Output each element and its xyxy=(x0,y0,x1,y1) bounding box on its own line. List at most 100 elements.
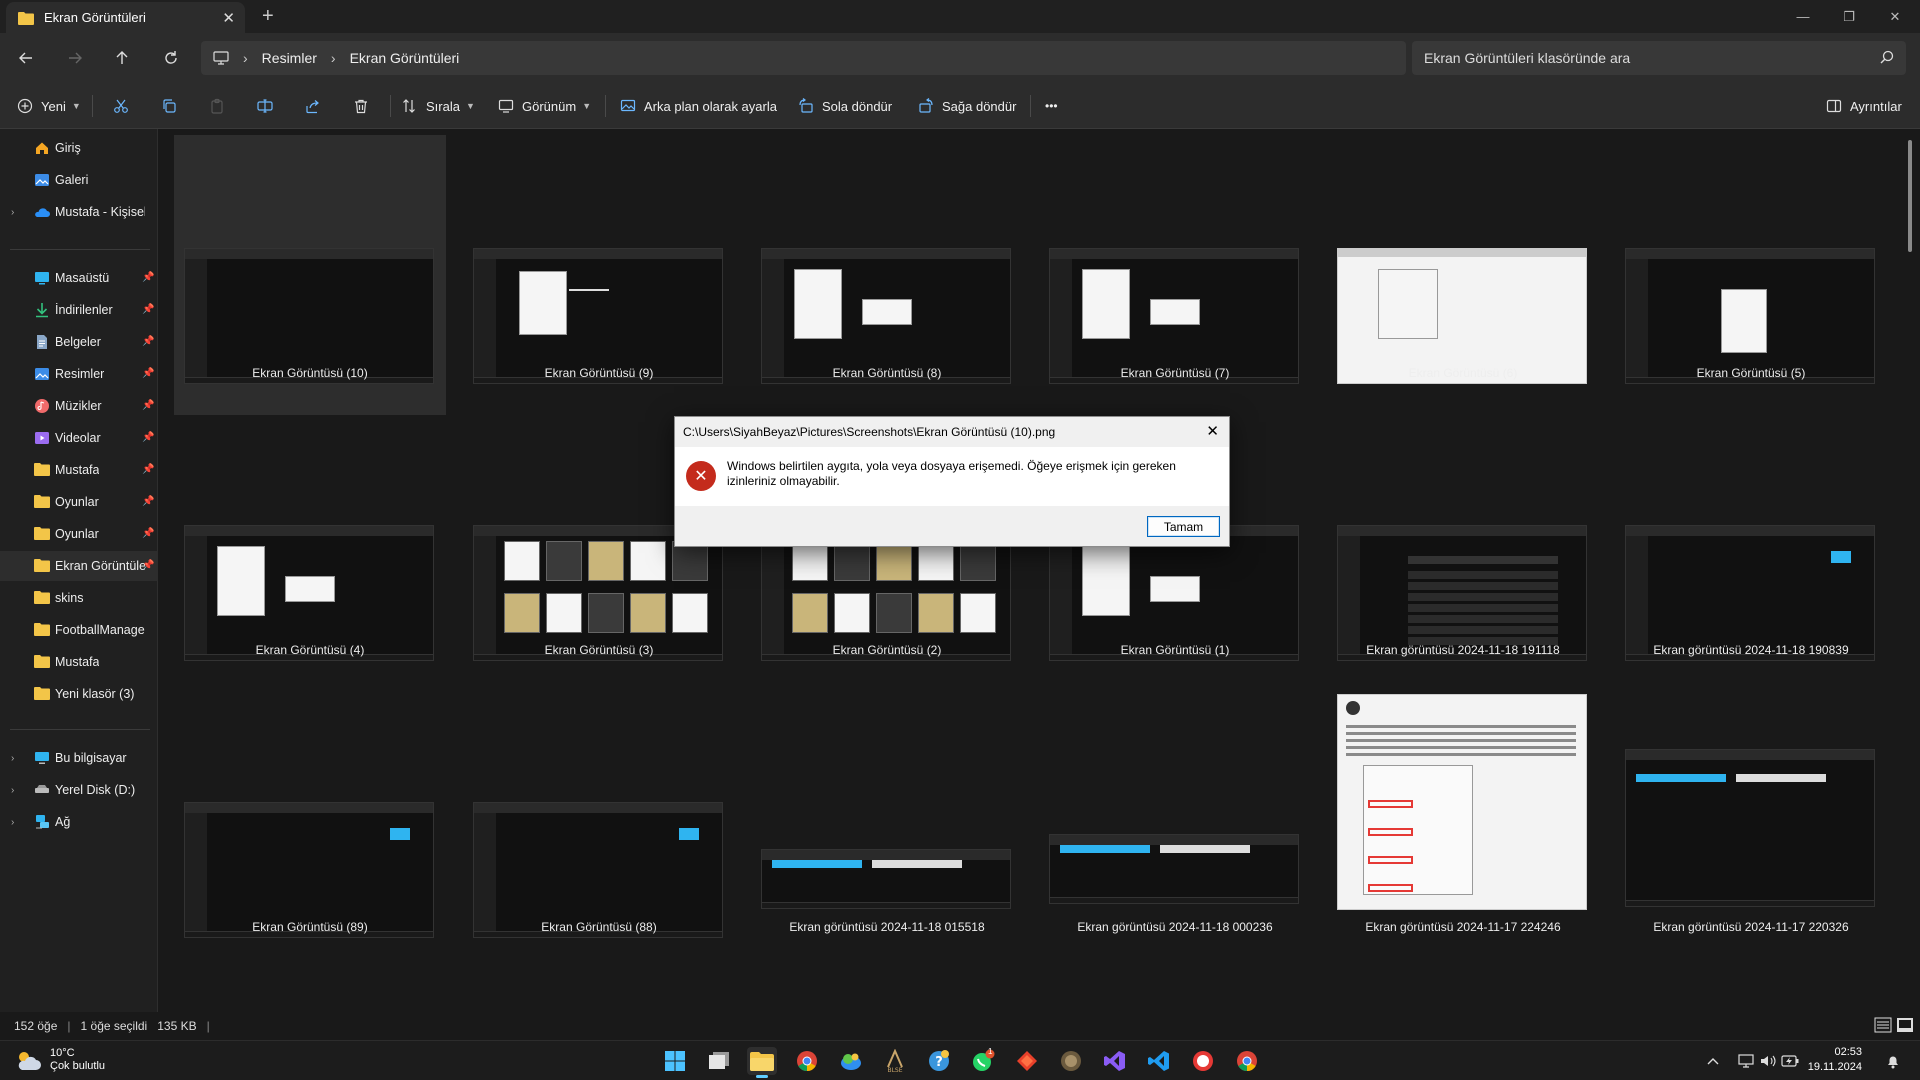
set-background-button[interactable]: Arka plan olarak ayarla xyxy=(620,93,777,119)
minimize-button[interactable]: — xyxy=(1780,0,1826,33)
file-item[interactable]: Ekran görüntüsü 2024-11-18 000236 xyxy=(1039,689,1311,969)
start-button[interactable] xyxy=(660,1047,690,1075)
sidebar-item-giriş[interactable]: Giriş xyxy=(0,133,158,163)
new-button[interactable]: Yeni ▼ xyxy=(17,93,81,119)
file-thumbnail[interactable] xyxy=(184,525,434,661)
breadcrumb-chevron-icon[interactable]: › xyxy=(243,50,248,66)
record-app-taskbar-button[interactable] xyxy=(1188,1047,1218,1075)
pin-icon[interactable]: 📌 xyxy=(142,432,154,443)
chevron-right-icon[interactable]: › xyxy=(11,785,14,796)
sidebar-item-oyunlar[interactable]: Oyunlar 📌 xyxy=(0,519,158,549)
refresh-button[interactable] xyxy=(157,45,185,71)
more-options-button[interactable]: ••• xyxy=(1045,93,1058,119)
pin-icon[interactable]: 📌 xyxy=(142,400,154,411)
new-tab-button[interactable]: + xyxy=(262,5,274,28)
share-button[interactable] xyxy=(299,93,327,119)
paste-button[interactable] xyxy=(203,93,231,119)
sidebar-item-bu-bilgisayar[interactable]: › Bu bilgisayar xyxy=(0,743,158,773)
game-taskbar-button[interactable] xyxy=(1056,1047,1086,1075)
address-bar[interactable]: › Resimler › Ekran Görüntüleri xyxy=(201,41,1406,75)
game-launcher-taskbar-button[interactable]: BLSE xyxy=(880,1047,910,1075)
weather-widget[interactable]: 10°C Çok bulutlu xyxy=(14,1047,105,1073)
sidebar-item-skins[interactable]: skins xyxy=(0,583,158,613)
pin-icon[interactable]: 📌 xyxy=(142,368,154,379)
volume-tray-icon[interactable] xyxy=(1759,1052,1777,1070)
vertical-scrollbar[interactable] xyxy=(1908,140,1912,252)
file-thumbnail[interactable] xyxy=(184,248,434,384)
file-item[interactable]: Ekran görüntüsü 2024-11-18 191118 xyxy=(1327,412,1599,692)
copy-button[interactable] xyxy=(155,93,183,119)
sidebar-item-resimler[interactable]: Resimler 📌 xyxy=(0,359,158,389)
large-icons-view-icon[interactable] xyxy=(1896,1017,1914,1033)
file-thumbnail[interactable] xyxy=(1625,248,1875,384)
forward-button[interactable] xyxy=(61,45,89,71)
tab-ekran-goruntuleri[interactable]: Ekran Görüntüleri ✕ xyxy=(6,2,245,33)
file-thumbnail[interactable] xyxy=(473,248,723,384)
rename-button[interactable] xyxy=(251,93,279,119)
task-view-button[interactable] xyxy=(704,1047,734,1075)
breadcrumb-chevron-icon[interactable]: › xyxy=(331,50,336,66)
sidebar-item-videolar[interactable]: Videolar 📌 xyxy=(0,423,158,453)
pin-icon[interactable]: 📌 xyxy=(142,304,154,315)
file-thumbnail[interactable] xyxy=(1625,525,1875,661)
sidebar-item-mustafa[interactable]: Mustafa 📌 xyxy=(0,455,158,485)
pin-icon[interactable]: 📌 xyxy=(142,560,154,571)
pin-icon[interactable]: 📌 xyxy=(142,336,154,347)
file-thumbnail[interactable] xyxy=(1337,248,1587,384)
file-thumbnail[interactable] xyxy=(1625,749,1875,907)
chevron-right-icon[interactable]: › xyxy=(11,753,14,764)
sidebar-item-ekran-görüntüleri[interactable]: Ekran Görüntüleri 📌 xyxy=(0,551,158,581)
photos-app-taskbar-button[interactable] xyxy=(836,1047,866,1075)
file-thumbnail[interactable] xyxy=(1337,525,1587,661)
file-item[interactable]: Ekran görüntüsü 2024-11-18 015518 xyxy=(751,689,1023,969)
sidebar-item-yeni-klasör-3-[interactable]: Yeni klasör (3) xyxy=(0,679,158,709)
cut-button[interactable] xyxy=(107,93,135,119)
help-app-taskbar-button[interactable]: ? xyxy=(924,1047,954,1075)
rotate-right-button[interactable]: Sağa döndür xyxy=(918,93,1016,119)
file-thumbnail[interactable] xyxy=(1337,694,1587,910)
breadcrumb-resimler[interactable]: Resimler xyxy=(262,50,317,66)
show-hidden-icons-button[interactable] xyxy=(1704,1052,1722,1070)
chrome-taskbar-button[interactable] xyxy=(792,1047,822,1075)
maximize-button[interactable]: ❐ xyxy=(1826,0,1872,33)
vscode-taskbar-button[interactable] xyxy=(1144,1047,1174,1075)
file-item[interactable]: Ekran Görüntüsü (89) xyxy=(174,689,446,969)
file-thumbnail[interactable] xyxy=(761,248,1011,384)
file-thumbnail[interactable] xyxy=(473,802,723,938)
sidebar-item-mustafa-kişisel[interactable]: › Mustafa - Kişisel xyxy=(0,197,158,227)
file-item[interactable]: Ekran görüntüsü 2024-11-18 190839 xyxy=(1615,412,1887,692)
file-item[interactable]: Ekran Görüntüsü (9) xyxy=(463,135,735,415)
close-window-button[interactable]: ✕ xyxy=(1872,0,1918,33)
view-button[interactable]: Görünüm ▼ xyxy=(498,93,591,119)
file-thumbnail[interactable] xyxy=(1049,248,1299,384)
sidebar-item-galeri[interactable]: Galeri xyxy=(0,165,158,195)
sidebar-item-yerel-disk-d-[interactable]: › Yerel Disk (D:) xyxy=(0,775,158,805)
app-taskbar-button[interactable] xyxy=(1012,1047,1042,1075)
file-item[interactable]: Ekran Görüntüsü (7) xyxy=(1039,135,1311,415)
file-item[interactable]: Ekran Görüntüsü (8) xyxy=(751,135,1023,415)
pin-icon[interactable]: 📌 xyxy=(142,272,154,283)
file-item[interactable]: Ekran görüntüsü 2024-11-17 220326 xyxy=(1615,689,1887,969)
chevron-right-icon[interactable]: › xyxy=(11,817,14,828)
sidebar-item-belgeler[interactable]: Belgeler 📌 xyxy=(0,327,158,357)
search-input[interactable]: Ekran Görüntüleri klasöründe ara xyxy=(1412,41,1906,75)
sort-button[interactable]: Sırala ▼ xyxy=(402,93,475,119)
pin-icon[interactable]: 📌 xyxy=(142,528,154,539)
sidebar-item-oyunlar[interactable]: Oyunlar 📌 xyxy=(0,487,158,517)
file-item[interactable]: Ekran Görüntüsü (6) xyxy=(1327,135,1599,415)
tab-close-icon[interactable]: ✕ xyxy=(222,9,235,27)
dialog-close-button[interactable]: ✕ xyxy=(1206,422,1219,440)
sidebar-item-mustafa[interactable]: Mustafa xyxy=(0,647,158,677)
search-icon[interactable] xyxy=(1880,50,1894,64)
sidebar-item-ağ[interactable]: › Ağ xyxy=(0,807,158,837)
back-button[interactable] xyxy=(12,45,40,71)
ok-button[interactable]: Tamam xyxy=(1147,516,1220,537)
chevron-right-icon[interactable]: › xyxy=(11,207,14,218)
notification-center-button[interactable] xyxy=(1884,1052,1902,1070)
breadcrumb-ekran-goruntuleri[interactable]: Ekran Görüntüleri xyxy=(350,50,460,66)
sidebar-item-i-ndirilenler[interactable]: İndirilenler 📌 xyxy=(0,295,158,325)
file-thumbnail[interactable] xyxy=(1049,834,1299,904)
navigation-scrollbar[interactable] xyxy=(152,133,155,153)
pin-icon[interactable]: 📌 xyxy=(142,496,154,507)
details-view-icon[interactable] xyxy=(1874,1017,1892,1033)
